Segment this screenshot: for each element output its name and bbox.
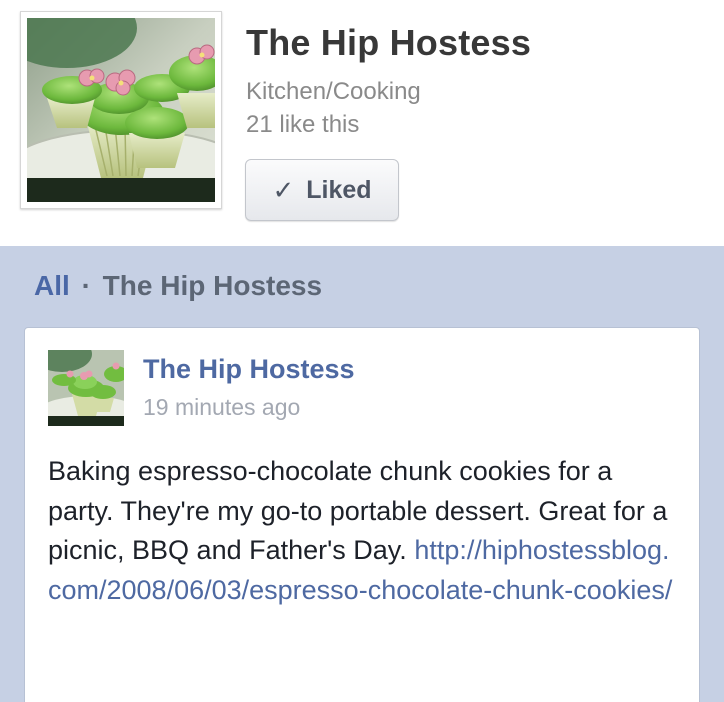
- post-author-name[interactable]: The Hip Hostess: [143, 354, 355, 385]
- post-avatar[interactable]: [48, 350, 124, 426]
- page-category: Kitchen/Cooking: [246, 78, 421, 105]
- page-title: The Hip Hostess: [246, 22, 532, 63]
- liked-button-label: Liked: [306, 175, 372, 204]
- cupcakes-photo-image: [27, 18, 215, 202]
- filter-all-link[interactable]: All: [34, 270, 70, 301]
- post-card: The Hip Hostess 19 minutes ago Baking es…: [24, 327, 700, 702]
- filter-page-name: The Hip Hostess: [102, 270, 323, 301]
- page-header: The Hip Hostess Kitchen/Cooking 21 like …: [0, 0, 724, 246]
- feed-filter-bar: All · The Hip Hostess: [34, 270, 322, 302]
- liked-button[interactable]: ✓ Liked: [245, 159, 399, 221]
- page-likes-count[interactable]: 21 like this: [246, 111, 359, 139]
- profile-photo[interactable]: [20, 11, 222, 209]
- post-body: Baking espresso-chocolate chunk cookies …: [48, 452, 678, 610]
- feed-area: All · The Hip Hostess The Hip Hostess 19…: [0, 246, 724, 702]
- checkmark-icon: ✓: [272, 175, 295, 205]
- filter-separator: ·: [81, 270, 91, 301]
- post-timestamp[interactable]: 19 minutes ago: [143, 394, 300, 421]
- page: The Hip Hostess Kitchen/Cooking 21 like …: [0, 0, 724, 702]
- cupcakes-avatar-image: [48, 350, 124, 426]
